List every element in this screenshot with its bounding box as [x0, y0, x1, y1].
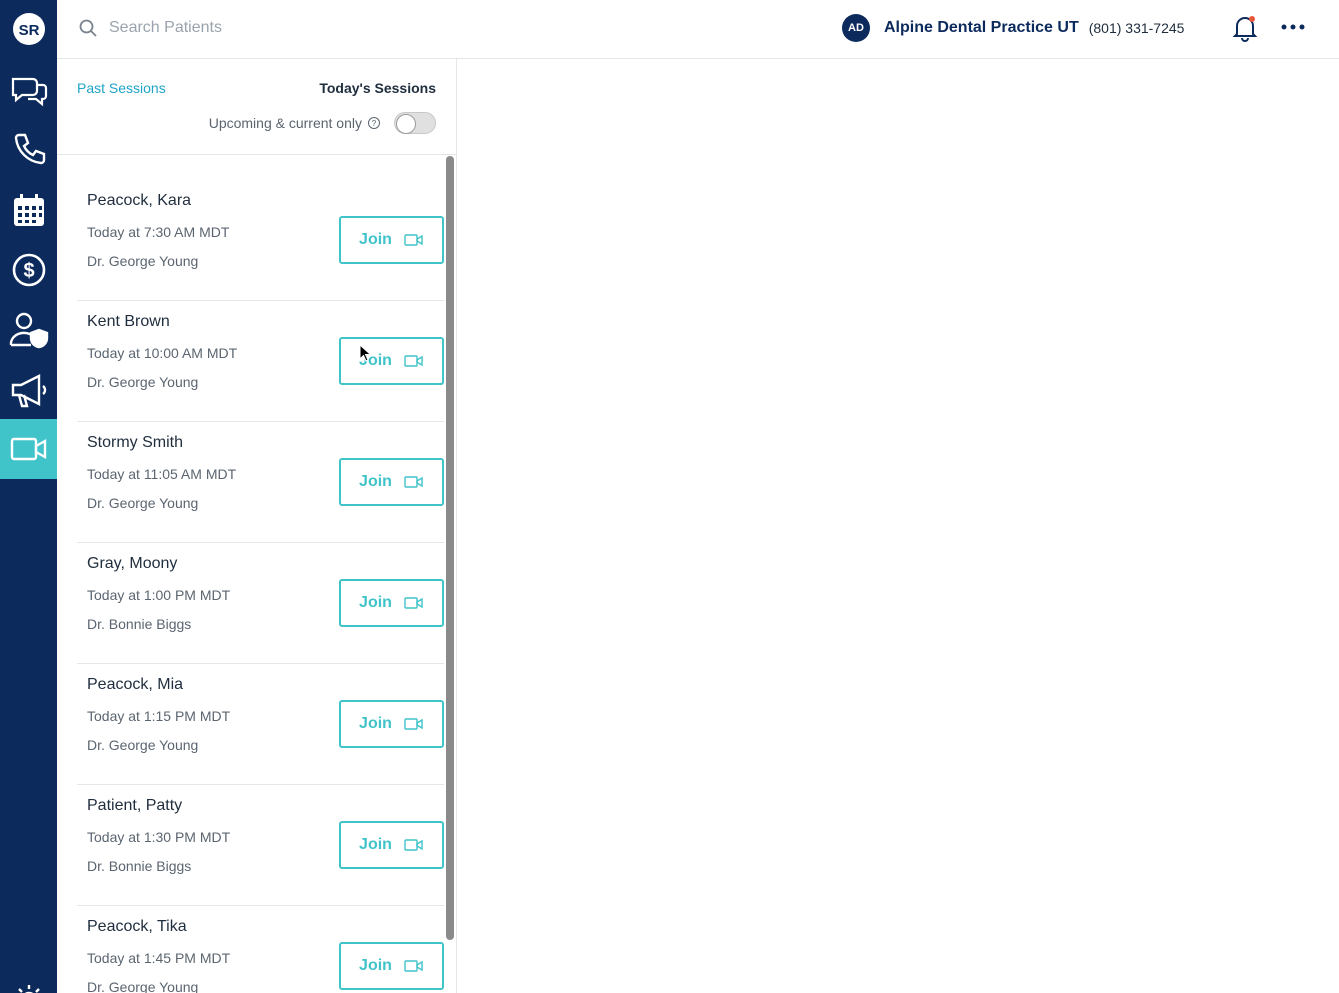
more-options-icon[interactable]	[1281, 17, 1305, 37]
nav-video[interactable]	[0, 419, 57, 479]
video-camera-icon	[404, 355, 423, 367]
video-camera-icon	[404, 839, 423, 851]
session-row[interactable]: Peacock, Tika Today at 1:45 PM MDT Dr. G…	[77, 906, 444, 993]
video-icon	[10, 437, 46, 461]
provider-name: Dr. Bonnie Biggs	[87, 858, 192, 874]
video-camera-icon	[404, 960, 423, 972]
video-camera-icon	[404, 597, 423, 609]
join-label: Join	[359, 231, 392, 248]
session-time: Today at 1:15 PM MDT	[87, 708, 231, 724]
nav-phone[interactable]	[0, 120, 57, 180]
patient-name: Peacock, Mia	[87, 676, 184, 693]
logo-icon[interactable]: SR	[0, 0, 57, 54]
join-button[interactable]: Join	[339, 700, 444, 748]
megaphone-icon	[11, 374, 46, 408]
video-camera-icon	[404, 476, 423, 488]
patient-name: Kent Brown	[87, 313, 170, 330]
patient-name: Peacock, Kara	[87, 192, 192, 209]
provider-name: Dr. George Young	[87, 737, 199, 753]
nav-patients[interactable]	[0, 300, 57, 360]
provider-name: Dr. George Young	[87, 253, 199, 269]
session-time: Today at 7:30 AM MDT	[87, 224, 230, 240]
provider-name: Dr. George Young	[87, 374, 199, 390]
session-row[interactable]: Peacock, Kara Today at 7:30 AM MDT Dr. G…	[77, 180, 444, 301]
join-label: Join	[359, 957, 392, 974]
session-time: Today at 10:00 AM MDT	[87, 345, 238, 361]
join-label: Join	[359, 473, 392, 490]
join-button[interactable]: Join	[339, 216, 444, 264]
search-input[interactable]	[109, 19, 469, 37]
chat-icon	[11, 77, 47, 107]
nav-calendar[interactable]	[0, 180, 57, 240]
nav-messages[interactable]	[0, 60, 57, 120]
left-nav: SR $	[0, 0, 57, 993]
provider-name: Dr. Bonnie Biggs	[87, 616, 192, 632]
nav-marketing[interactable]	[0, 360, 57, 420]
provider-name: Dr. George Young	[87, 979, 199, 993]
join-button[interactable]: Join	[339, 821, 444, 869]
provider-name: Dr. George Young	[87, 495, 199, 511]
session-row[interactable]: Kent Brown Today at 10:00 AM MDT Dr. Geo…	[77, 301, 444, 422]
session-time: Today at 11:05 AM MDT	[87, 466, 237, 482]
practice-name: Alpine Dental Practice UT	[884, 19, 1079, 36]
mouse-cursor-icon	[359, 344, 371, 362]
patient-name: Stormy Smith	[87, 434, 184, 451]
user-shield-icon	[9, 312, 48, 349]
search-bar	[79, 16, 499, 40]
session-time: Today at 1:00 PM MDT	[87, 587, 231, 603]
tab-past-sessions[interactable]: Past Sessions	[77, 80, 166, 96]
join-label: Join	[359, 715, 392, 732]
calendar-icon	[13, 194, 44, 226]
avatar: AD	[842, 14, 870, 42]
sessions-panel: Past Sessions Today's Sessions Upcoming …	[57, 59, 457, 993]
video-camera-icon	[404, 234, 423, 246]
nav-payments[interactable]: $	[0, 240, 57, 300]
patient-name: Gray, Moony	[87, 555, 178, 572]
session-list: Peacock, Kara Today at 7:30 AM MDT Dr. G…	[77, 180, 444, 993]
patient-name: Peacock, Tika	[87, 918, 187, 935]
session-time: Today at 1:30 PM MDT	[87, 829, 231, 845]
session-time: Today at 1:45 PM MDT	[87, 950, 231, 966]
list-scrollbar[interactable]	[446, 156, 454, 940]
tab-todays-sessions[interactable]: Today's Sessions	[319, 80, 436, 96]
top-header: AD Alpine Dental Practice UT (801) 331-7…	[57, 0, 1339, 59]
filter-label: Upcoming & current only	[208, 115, 362, 131]
svg-text:SR: SR	[18, 22, 39, 39]
session-row[interactable]: Patient, Patty Today at 1:30 PM MDT Dr. …	[77, 785, 444, 906]
practice-phone: (801) 331-7245	[1088, 20, 1185, 36]
gear-icon	[17, 985, 40, 993]
join-label: Join	[359, 594, 392, 611]
upcoming-filter: Upcoming & current only ?	[209, 111, 436, 135]
app-window: SR $ Search Patients AD Alpine Dental Pr…	[0, 0, 1339, 993]
phone-icon	[14, 133, 45, 165]
search-icon	[79, 19, 97, 37]
join-button[interactable]: Join	[339, 942, 444, 990]
join-label: Join	[359, 836, 392, 853]
dollar-icon: $	[12, 253, 45, 287]
sessions-panel-header: Past Sessions Today's Sessions Upcoming …	[57, 59, 456, 155]
svg-text:$: $	[23, 260, 34, 282]
join-button[interactable]: Join	[339, 579, 444, 627]
video-camera-icon	[404, 718, 423, 730]
session-row[interactable]: Peacock, Mia Today at 1:15 PM MDT Dr. Ge…	[77, 664, 444, 785]
practice-selector[interactable]: AD Alpine Dental Practice UT (801) 331-7…	[842, 13, 1184, 43]
nav-settings[interactable]	[0, 963, 57, 993]
bell-icon[interactable]	[1232, 14, 1258, 42]
join-button[interactable]: Join	[339, 458, 444, 506]
sr-logo-icon: SR	[12, 13, 45, 45]
join-button[interactable]: Join	[339, 337, 444, 385]
help-icon[interactable]: ?	[368, 117, 380, 129]
session-row[interactable]: Gray, Moony Today at 1:00 PM MDT Dr. Bon…	[77, 543, 444, 664]
patient-name: Patient, Patty	[87, 797, 183, 814]
upcoming-only-toggle[interactable]	[394, 112, 436, 134]
session-row[interactable]: Stormy Smith Today at 11:05 AM MDT Dr. G…	[77, 422, 444, 543]
